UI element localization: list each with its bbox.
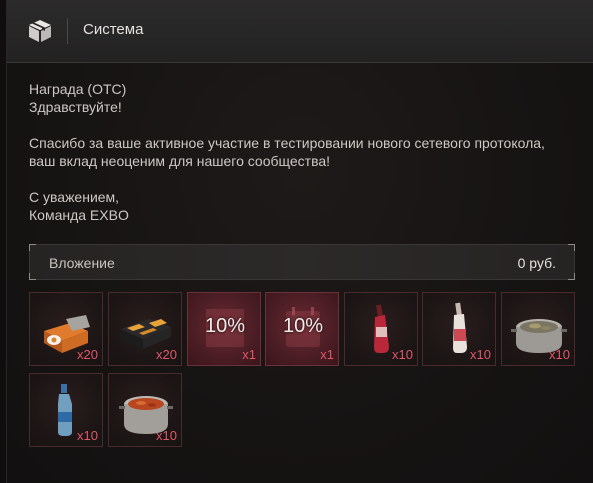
- message-signoff: С уважением,: [29, 189, 120, 205]
- message-body: Награда (ОТС) Здравствуйте! Спасибо за в…: [29, 80, 569, 224]
- reward-qty: x10: [549, 347, 570, 362]
- reward-slot-3[interactable]: 10% x1: [187, 292, 261, 366]
- reward-qty: x10: [470, 347, 491, 362]
- message-greeting: Здравствуйте!: [29, 99, 122, 115]
- window-title: Система: [83, 21, 144, 38]
- reward-qty: x10: [392, 347, 413, 362]
- message-signature: Команда EXBO: [29, 207, 129, 223]
- discount-badge: 10%: [204, 315, 246, 337]
- reward-qty: x20: [77, 347, 98, 362]
- reward-slot-1[interactable]: x20: [29, 292, 103, 366]
- reward-qty: x20: [156, 347, 177, 362]
- mail-window: Система Награда (ОТС) Здравствуйте! Спас…: [6, 0, 593, 483]
- reward-slot-9[interactable]: x10: [108, 373, 182, 447]
- message-subject: Награда (ОТС): [29, 81, 127, 97]
- package-icon: [29, 20, 51, 42]
- header-divider: [67, 18, 68, 44]
- reward-slot-7[interactable]: x10: [501, 292, 575, 366]
- reward-slot-2[interactable]: x20: [108, 292, 182, 366]
- reward-slot-8[interactable]: x10: [29, 373, 103, 447]
- reward-qty: x1: [242, 347, 256, 362]
- window-header: Система: [7, 0, 593, 63]
- investment-bar: Вложение 0 руб.: [29, 244, 575, 280]
- reward-slot-5[interactable]: x10: [344, 292, 418, 366]
- investment-label: Вложение: [49, 255, 115, 271]
- reward-qty: x10: [77, 428, 98, 443]
- discount-badge: 10%: [282, 315, 324, 337]
- reward-qty: x1: [320, 347, 334, 362]
- message-text: Спасибо за ваше активное участие в тести…: [29, 135, 545, 169]
- investment-value: 0 руб.: [517, 255, 556, 271]
- reward-slot-4[interactable]: 10% x1: [265, 292, 339, 366]
- reward-qty: x10: [156, 428, 177, 443]
- reward-slot-6[interactable]: x10: [422, 292, 496, 366]
